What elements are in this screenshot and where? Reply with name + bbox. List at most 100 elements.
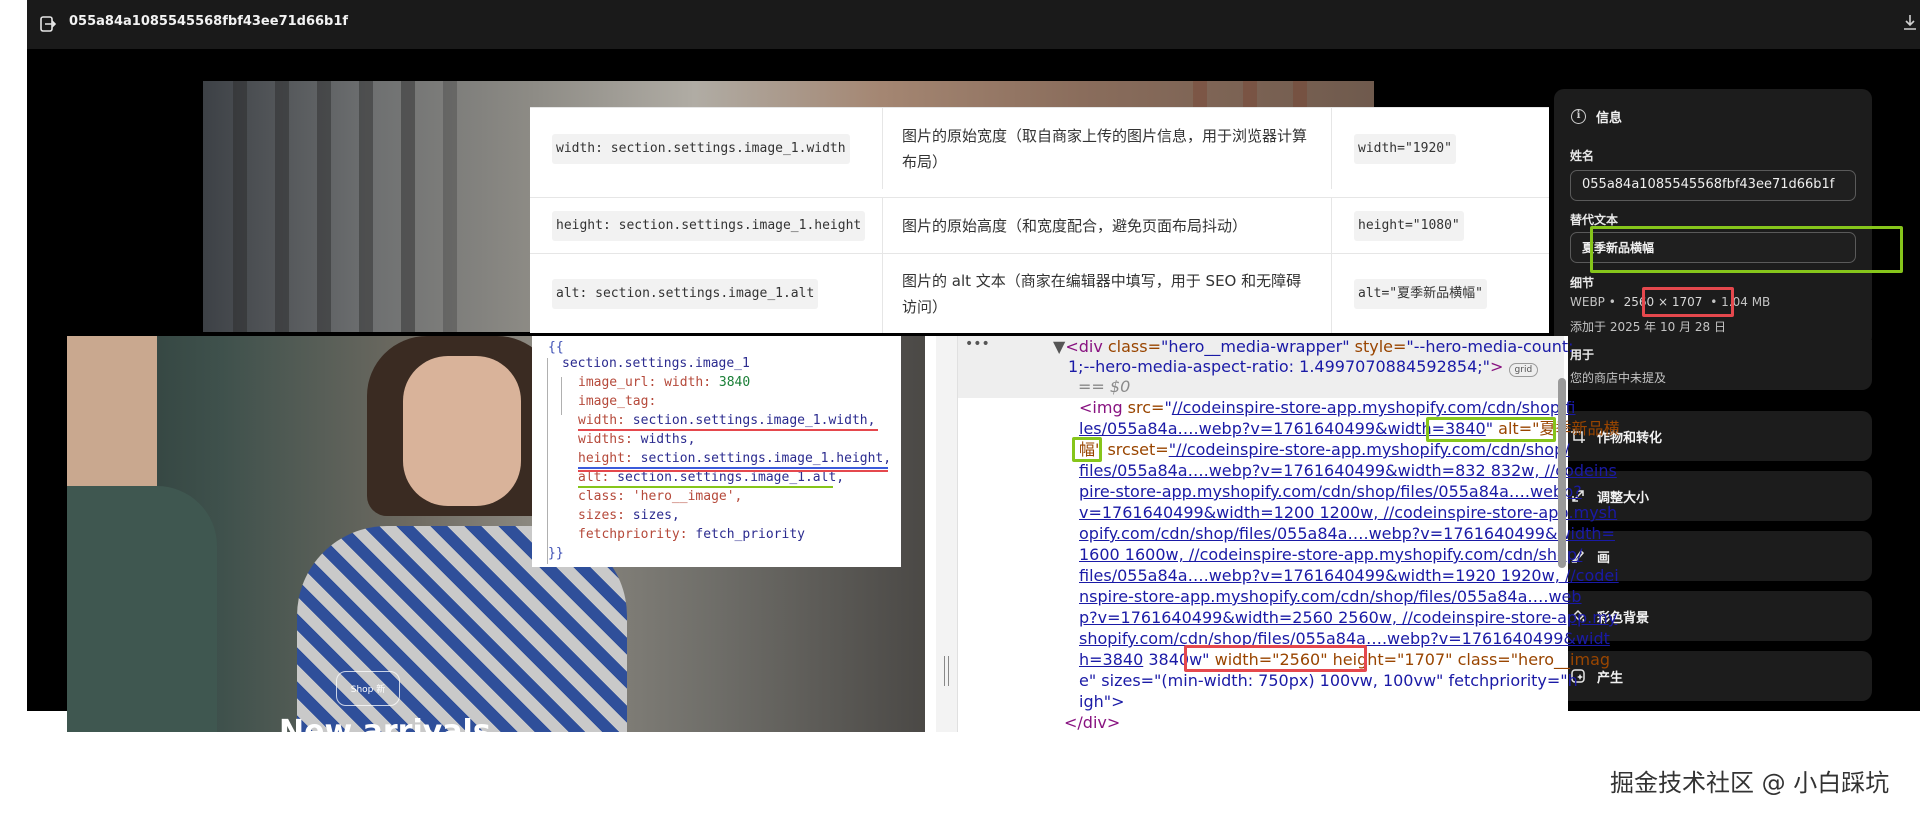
dom-selected-marker: == $0 bbox=[1078, 377, 1131, 396]
info-heading: i 信息 bbox=[1571, 107, 1622, 126]
dom-link[interactable]: v=1761640499&width=1200 1200w, //codeins… bbox=[1079, 503, 1617, 524]
dom-attr: style= bbox=[1349, 337, 1407, 356]
dom-line: 1;--hero-media-aspect-ratio: 1.499707088… bbox=[1068, 357, 1539, 378]
used-in-section: 用于 您的商店中未提及 bbox=[1554, 340, 1872, 390]
table-cell-example: width="1920" bbox=[1332, 108, 1549, 189]
dom-link[interactable]: //codeinspire-store-app.myshopify.com/cd… bbox=[1172, 398, 1576, 417]
code-text: : width: bbox=[648, 375, 719, 390]
code-chip: alt="夏季新品横幅" bbox=[1354, 278, 1487, 309]
dom-link[interactable]: opify.com/cdn/shop/files/055a84a….webp?v… bbox=[1079, 524, 1615, 545]
code-key: widths: bbox=[578, 432, 633, 447]
dom-link[interactable]: h=3840 bbox=[1079, 650, 1143, 669]
code-value: fetch_priority bbox=[695, 527, 805, 542]
used-in-value: 您的商店中未提及 bbox=[1570, 371, 1667, 385]
dom-link[interactable]: les/055a84a….webp?v=1761640499&width=384… bbox=[1079, 419, 1486, 438]
dom-attr: src= bbox=[1122, 398, 1165, 417]
dom-link[interactable]: "//codeinspire-store-app.myshopify.com/c… bbox=[1169, 440, 1570, 459]
alt-attr-highlight bbox=[1426, 417, 1556, 442]
info-icon: i bbox=[1571, 109, 1586, 124]
code-line-sizes: sizes: sizes, bbox=[578, 506, 680, 525]
dom-link[interactable]: files/055a84a….webp?v=1761640499&width=1… bbox=[1079, 566, 1619, 587]
more-icon[interactable]: ••• bbox=[959, 336, 999, 362]
watermark: 掘金技术社区 @ 小白踩坑 bbox=[1610, 769, 1890, 797]
code-value: 'hero__image', bbox=[632, 489, 743, 504]
code-object: section.settings.image_1 bbox=[562, 356, 750, 371]
table-cell-desc: 图片的原始宽度（取自商家上传的图片信息，用于浏览器计算布局） bbox=[883, 108, 1332, 189]
added-date: 添加于 2025 年 10 月 28 日 bbox=[1570, 320, 1726, 334]
grid-badge[interactable]: grid bbox=[1508, 363, 1539, 377]
dom-link[interactable]: files/055a84a….webp?v=1761640499&width=8… bbox=[1079, 461, 1617, 482]
dom-value: "hero__media-wrapper" bbox=[1161, 337, 1350, 356]
liquid-code-block: {{ section.settings.image_1 image_url: w… bbox=[532, 336, 901, 567]
width-underline bbox=[578, 429, 878, 431]
height-underline-red bbox=[578, 470, 888, 472]
separator-dot: • bbox=[1608, 295, 1616, 309]
height-underline bbox=[578, 467, 888, 469]
model-face bbox=[403, 356, 521, 506]
code-chip: height: section.settings.image_1.height bbox=[552, 210, 866, 241]
code-line-image-url: image_url: width: 3840 bbox=[578, 373, 750, 392]
code-chip: width="1920" bbox=[1354, 133, 1456, 164]
alt-attr-highlight-end bbox=[1072, 437, 1102, 462]
table-cell-code: alt: section.settings.image_1.alt bbox=[530, 254, 883, 333]
dom-link[interactable]: nspire-store-app.myshopify.com/cdn/shop/… bbox=[1079, 587, 1582, 608]
name-field[interactable]: 055a84a1085545568fbf43ee71d66b1f bbox=[1570, 170, 1856, 201]
dom-link[interactable]: 1600 1600w, //codeinspire-store-app.mysh… bbox=[1079, 545, 1582, 566]
table-cell-code: width: section.settings.image_1.width bbox=[530, 108, 883, 189]
dom-node-div-close: </div> bbox=[1064, 713, 1121, 732]
action-paint-label: 画 bbox=[1597, 550, 1611, 566]
file-format: WEBP bbox=[1570, 295, 1605, 309]
docs-table: width: section.settings.image_1.width 图片… bbox=[530, 107, 1549, 333]
devtools-scrollbar[interactable] bbox=[1558, 378, 1566, 568]
top-bar: 055a84a1085545568fbf43ee71d66b1f bbox=[27, 0, 1920, 49]
expand-triangle-icon[interactable]: ▼ bbox=[1053, 337, 1065, 356]
code-key: class: bbox=[578, 489, 625, 504]
table-row: alt: section.settings.image_1.alt 图片的 al… bbox=[530, 253, 1549, 333]
code-key: image_url bbox=[578, 375, 649, 390]
alt-text-highlight bbox=[1590, 226, 1903, 273]
file-title: 055a84a1085545568fbf43ee71d66b1f bbox=[69, 14, 349, 29]
code-key: height: bbox=[578, 451, 633, 466]
code-number: 3840 bbox=[718, 375, 751, 390]
dom-attr: class="hero__imag bbox=[1452, 650, 1611, 669]
code-close-braces: }} bbox=[548, 546, 564, 561]
code-value: section.settings.image_1.alt, bbox=[617, 470, 845, 485]
table-row: width: section.settings.image_1.width 图片… bbox=[530, 107, 1549, 189]
dom-link[interactable]: p?v=1761640499&width=2560 2560w, //codei… bbox=[1079, 608, 1617, 629]
name-label: 姓名 bbox=[1570, 149, 1595, 163]
code-key: alt: bbox=[578, 470, 610, 485]
download-icon[interactable] bbox=[1902, 13, 1918, 31]
info-heading-label: 信息 bbox=[1596, 111, 1623, 126]
used-in-label: 用于 bbox=[1570, 348, 1595, 362]
alt-underline bbox=[578, 486, 833, 488]
code-key: width: bbox=[578, 413, 625, 428]
dom-node-div[interactable]: ▼<div class="hero__media-wrapper" style=… bbox=[1053, 337, 1574, 358]
dom-node-img[interactable]: <img src="//codeinspire-store-app.myshop… bbox=[1079, 398, 1575, 419]
dom-tag: > bbox=[1490, 357, 1504, 376]
code-line-fetchpriority: fetchpriority: fetch_priority bbox=[578, 525, 805, 544]
dom-attr: srcset= bbox=[1102, 440, 1169, 459]
dom-line: e" sizes="(min-width: 750px) 100vw, 100v… bbox=[1079, 671, 1578, 690]
table-cell-desc: 图片的原始高度（和宽度配合，避免页面布局抖动） bbox=[883, 198, 1332, 253]
code-value: section.settings.image_1.width, bbox=[632, 413, 876, 428]
code-key: fetchpriority: bbox=[578, 527, 688, 542]
dom-value: 1;--hero-media-aspect-ratio: 1.499707088… bbox=[1068, 357, 1491, 376]
code-value: widths, bbox=[640, 432, 696, 447]
panel-resize-handle[interactable] bbox=[936, 336, 958, 732]
code-line-widths: widths: widths, bbox=[578, 430, 695, 449]
drag-grip-icon bbox=[944, 656, 949, 686]
green-sweater bbox=[67, 486, 217, 732]
table-cell-example: height="1080" bbox=[1332, 198, 1549, 253]
code-value: sizes, bbox=[632, 508, 680, 523]
code-chip: width: section.settings.image_1.width bbox=[552, 133, 850, 164]
code-line-image-tag: image_tag: bbox=[578, 394, 657, 409]
dom-attr: class= bbox=[1102, 337, 1162, 356]
dom-line: 幅" srcset="//codeinspire-store-app.mysho… bbox=[1079, 440, 1570, 461]
code-chip: alt: section.settings.image_1.alt bbox=[552, 278, 819, 309]
dom-link[interactable]: pire-store-app.myshopify.com/cdn/shop/fi… bbox=[1079, 482, 1582, 503]
exit-icon[interactable] bbox=[37, 13, 59, 35]
table-row: height: section.settings.image_1.height … bbox=[530, 197, 1549, 253]
dom-line: igh"> bbox=[1079, 692, 1125, 711]
shop-button[interactable]: Shop 新 bbox=[336, 671, 400, 706]
table-cell-example: alt="夏季新品横幅" bbox=[1332, 254, 1549, 333]
